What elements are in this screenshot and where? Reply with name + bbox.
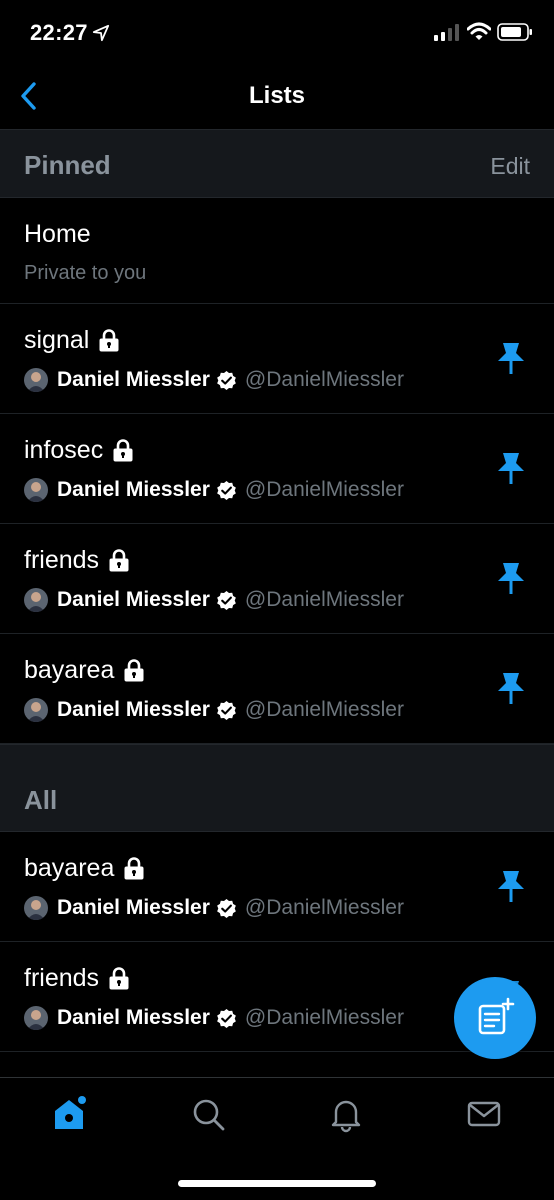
list-item[interactable]: bayarea Daniel Miessler @DanielMiessler [0, 634, 554, 744]
owner-handle: @DanielMiessler [244, 588, 404, 611]
battery-icon [497, 23, 532, 41]
navigation-bar: Lists [0, 66, 554, 128]
owner-handle: @DanielMiessler [244, 368, 404, 391]
lock-icon [124, 659, 144, 682]
list-name: friends [24, 963, 100, 992]
owner-name: Daniel Miessler [57, 896, 210, 919]
verified-badge-icon [217, 590, 236, 610]
pinned-section-title: Pinned [24, 150, 111, 180]
avatar [24, 1006, 48, 1030]
verified-badge-icon [217, 700, 236, 720]
owner-name: Daniel Miessler [57, 588, 210, 611]
verified-badge-icon [217, 370, 236, 390]
notifications-bell-icon [331, 1100, 361, 1133]
tab-search[interactable] [188, 1094, 228, 1134]
list-item[interactable]: infosec Daniel Miessler @DanielMiessler [0, 414, 554, 524]
owner-handle: @DanielMiessler [244, 896, 404, 919]
owner-name: Daniel Miessler [57, 368, 210, 391]
list-item[interactable]: signal Daniel Miessler @DanielMiessler [0, 304, 554, 414]
list-name: infosec [24, 435, 104, 464]
lock-icon [109, 549, 129, 572]
home-icon [55, 1096, 86, 1129]
tab-home[interactable] [50, 1094, 90, 1134]
owner-name: Daniel Miessler [57, 478, 210, 501]
verified-badge-icon [217, 480, 236, 500]
list-subtitle: Private to you [24, 262, 147, 284]
owner-name: Daniel Miessler [57, 1006, 210, 1029]
list-name: bayarea [24, 655, 115, 684]
pinned-section-header: Pinned Edit [0, 129, 554, 198]
list-name: friends [24, 545, 100, 574]
pin-icon[interactable] [496, 560, 526, 596]
avatar [24, 698, 48, 722]
list-name: signal [24, 325, 90, 354]
all-section-header: All [0, 744, 554, 832]
list-item-home[interactable]: Home Private to you [0, 198, 554, 304]
list-name: bayarea [24, 853, 115, 882]
cellular-signal-icon [434, 24, 459, 41]
new-list-button[interactable] [454, 977, 536, 1059]
lock-icon [124, 857, 144, 880]
location-arrow-icon [92, 24, 110, 42]
tab-messages[interactable] [464, 1094, 504, 1134]
tab-notifications[interactable] [326, 1094, 366, 1134]
verified-badge-icon [217, 1008, 236, 1028]
list-item[interactable]: friends Daniel Miessler @DanielMiessler [0, 524, 554, 634]
pin-icon[interactable] [496, 868, 526, 904]
pin-icon[interactable] [496, 450, 526, 486]
avatar [24, 478, 48, 502]
edit-button[interactable]: Edit [490, 153, 530, 180]
all-section-title: All [24, 785, 58, 815]
status-bar: 22:27 [0, 0, 554, 66]
lock-icon [109, 967, 129, 990]
lock-icon [99, 329, 119, 352]
wifi-icon [467, 22, 491, 40]
owner-handle: @DanielMiessler [244, 1006, 404, 1029]
search-icon [193, 1099, 225, 1131]
avatar [24, 588, 48, 612]
list-item[interactable]: bayarea Daniel Miessler @DanielMiessler [0, 832, 554, 942]
messages-envelope-icon [467, 1101, 501, 1127]
pin-icon[interactable] [496, 340, 526, 376]
list-title: Home [24, 220, 91, 248]
page-title: Lists [248, 82, 305, 109]
owner-handle: @DanielMiessler [244, 478, 404, 501]
status-time: 22:27 [30, 20, 88, 45]
avatar [24, 896, 48, 920]
pin-icon[interactable] [496, 670, 526, 706]
avatar [24, 368, 48, 392]
new-list-icon [478, 997, 515, 1035]
owner-name: Daniel Miessler [57, 698, 210, 721]
lock-icon [113, 439, 133, 462]
owner-handle: @DanielMiessler [244, 698, 404, 721]
verified-badge-icon [217, 898, 236, 918]
home-indicator[interactable] [178, 1180, 376, 1187]
